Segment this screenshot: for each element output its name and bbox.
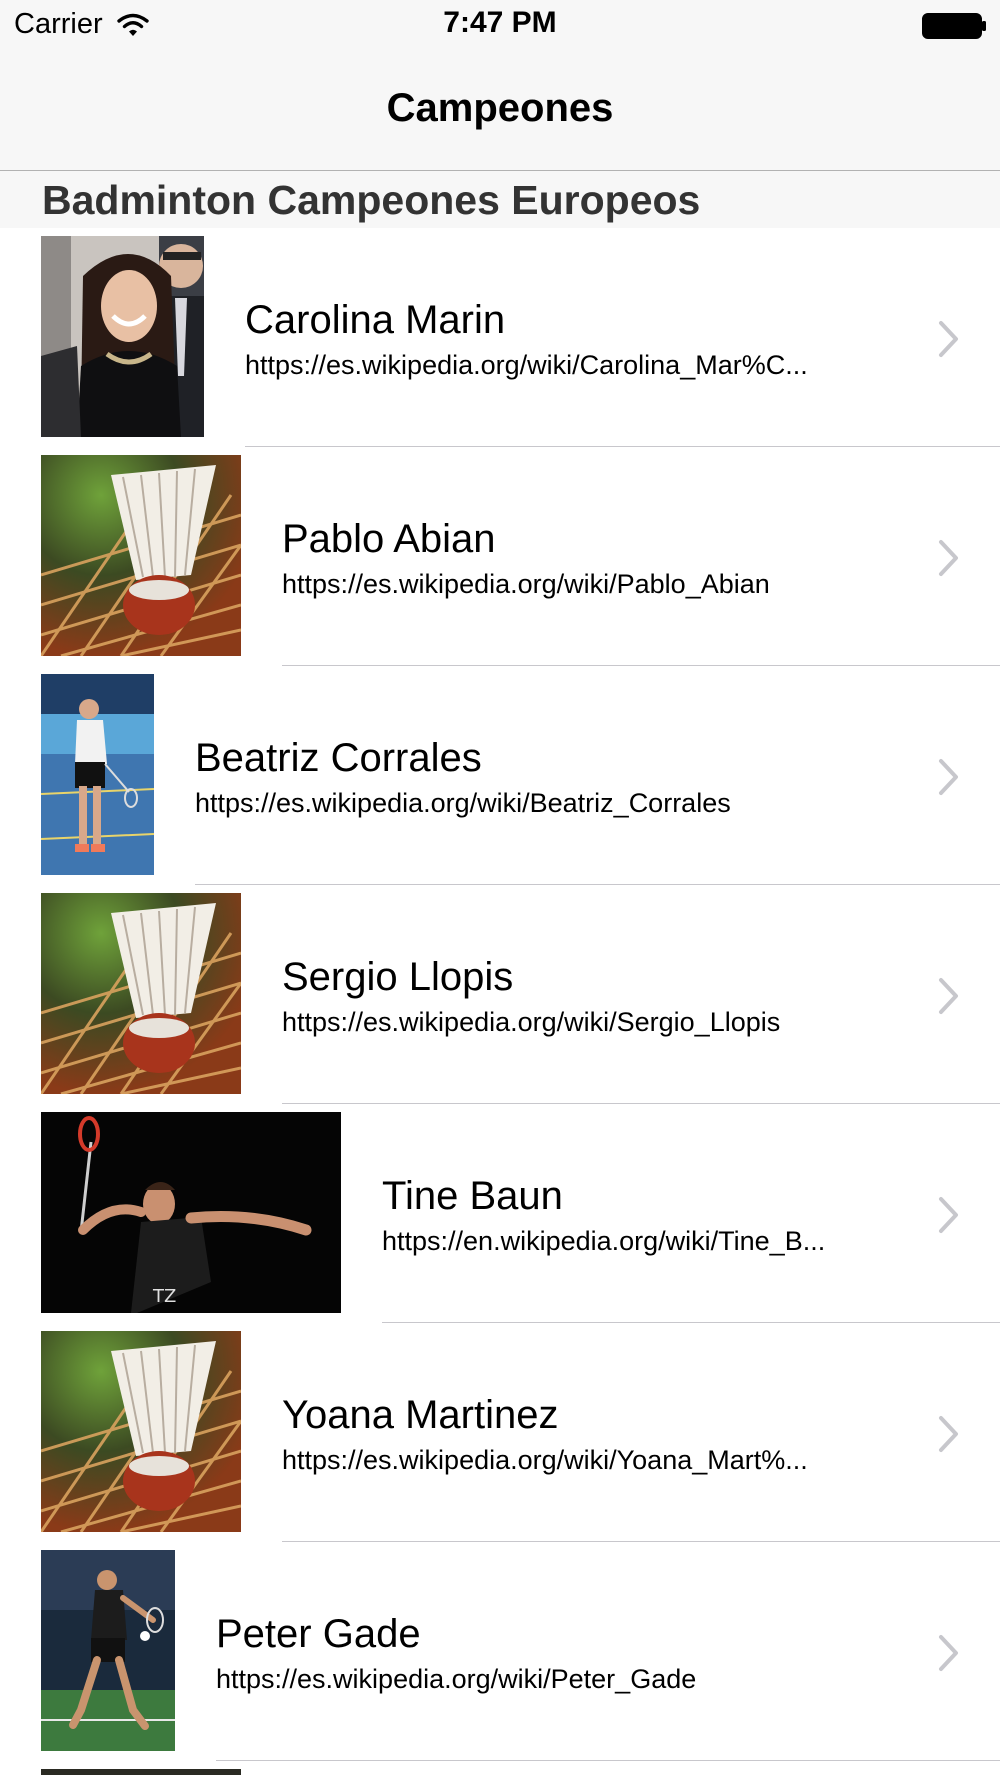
- chevron-right-icon: [939, 1416, 958, 1452]
- navigation-bar: Campeones: [0, 52, 1000, 171]
- thumbnail-image: [41, 1331, 241, 1532]
- row-title: Peter Gade: [216, 1612, 421, 1656]
- row-title: Yoana Martinez: [282, 1393, 559, 1437]
- chevron-right-icon: [939, 978, 958, 1014]
- list-item-partial[interactable]: [0, 1761, 1000, 1775]
- section-header: Badminton Campeones Europeos: [0, 171, 1000, 228]
- thumbnail-image: [41, 674, 154, 875]
- row-subtitle: https://es.wikipedia.org/wiki/Peter_Gade: [216, 1664, 697, 1694]
- chevron-right-icon: [939, 1635, 958, 1671]
- section-title: Badminton Campeones Europeos: [42, 177, 701, 223]
- page-title: Campeones: [386, 86, 614, 130]
- thumbnail-image: [41, 1769, 241, 1775]
- list-item[interactable]: Beatriz Corrales https://es.wikipedia.or…: [0, 666, 1000, 885]
- row-title: Tine Baun: [382, 1174, 563, 1218]
- thumbnail-image: [41, 1550, 175, 1751]
- svg-text:TZ: TZ: [152, 1286, 176, 1307]
- row-title: Sergio Llopis: [282, 955, 514, 999]
- row-title: Pablo Abian: [282, 517, 496, 561]
- row-subtitle: https://es.wikipedia.org/wiki/Beatriz_Co…: [195, 788, 731, 818]
- list-item[interactable]: Pablo Abian https://es.wikipedia.org/wik…: [0, 447, 1000, 666]
- thumbnail-image: TZ: [41, 1112, 341, 1313]
- chevron-right-icon: [939, 321, 958, 357]
- list-item[interactable]: Carolina Marin https://es.wikipedia.org/…: [0, 228, 1000, 447]
- list-item[interactable]: Sergio Llopis https://es.wikipedia.org/w…: [0, 885, 1000, 1104]
- thumbnail-image: [41, 893, 241, 1094]
- chevron-right-icon: [939, 540, 958, 576]
- champions-list: Carolina Marin https://es.wikipedia.org/…: [0, 228, 1000, 1775]
- row-subtitle: https://en.wikipedia.org/wiki/Tine_B...: [382, 1226, 826, 1256]
- list-item[interactable]: Peter Gade https://es.wikipedia.org/wiki…: [0, 1542, 1000, 1761]
- row-subtitle: https://es.wikipedia.org/wiki/Yoana_Mart…: [282, 1445, 808, 1475]
- list-item[interactable]: TZ Tine Baun https://en.wikipedia.org/wi…: [0, 1104, 1000, 1323]
- row-subtitle: https://es.wikipedia.org/wiki/Pablo_Abia…: [282, 569, 770, 599]
- row-title: Beatriz Corrales: [195, 736, 482, 780]
- row-subtitle: https://es.wikipedia.org/wiki/Carolina_M…: [245, 350, 808, 380]
- status-time: 7:47 PM: [443, 6, 557, 39]
- row-subtitle: https://es.wikipedia.org/wiki/Sergio_Llo…: [282, 1007, 781, 1037]
- status-bar: Carrier 7:47 PM: [0, 0, 1000, 52]
- chevron-right-icon: [939, 1197, 958, 1233]
- row-title: Carolina Marin: [245, 298, 506, 342]
- chevron-right-icon: [939, 759, 958, 795]
- list-item[interactable]: Yoana Martinez https://es.wikipedia.org/…: [0, 1323, 1000, 1542]
- thumbnail-image: [41, 455, 241, 656]
- battery-icon: [922, 13, 986, 39]
- thumbnail-image: [41, 236, 204, 437]
